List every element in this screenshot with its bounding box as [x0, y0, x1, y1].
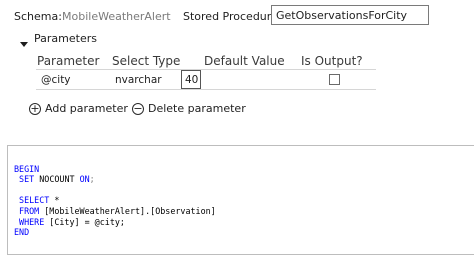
sql-line-7: END	[14, 227, 216, 238]
plus-circle-icon: +	[29, 102, 41, 115]
collapse-toggle-icon[interactable]	[20, 34, 28, 47]
sql-keyword: FROM	[19, 205, 40, 216]
is-output-checkbox[interactable]	[329, 74, 340, 85]
stored-procedure-label: Stored Procedure:	[183, 10, 282, 23]
delete-parameter-label: Delete parameter	[148, 102, 246, 115]
parameters-section-label: Parameters	[34, 32, 97, 45]
column-header-default-value: Default Value	[204, 54, 285, 68]
column-header-select-type: Select Type	[112, 54, 181, 68]
minus-circle-icon: −	[132, 102, 144, 115]
sql-text: NOCOUNT	[34, 174, 80, 185]
sql-line-3	[14, 185, 216, 196]
sql-text: [City] = @city;	[44, 216, 125, 227]
sql-keyword: ON	[79, 174, 90, 185]
parameter-type-cell[interactable]: nvarchar	[115, 74, 162, 86]
parameter-length-value: 40	[185, 74, 199, 86]
parameter-name-cell[interactable]: @city	[41, 74, 71, 86]
add-parameter-button[interactable]: + Add parameter	[29, 102, 128, 115]
sql-line-4: SELECT *	[14, 195, 216, 206]
sql-line-2: SET NOCOUNT ON;	[14, 174, 216, 185]
column-header-parameter: Parameter	[37, 54, 100, 68]
sql-text: *	[49, 195, 60, 206]
sql-keyword: SELECT	[19, 195, 50, 206]
sql-editor[interactable]: BEGIN SET NOCOUNT ON; SELECT * FROM [Mob…	[7, 145, 474, 255]
sql-text: ;	[89, 174, 95, 185]
stored-procedure-value: GetObservationsForCity	[276, 9, 408, 22]
sql-line-6: WHERE [City] = @city;	[14, 217, 216, 228]
sql-keyword: BEGIN	[14, 163, 40, 174]
schema-label: Schema:	[14, 10, 62, 23]
schema-value: MobileWeatherAlert	[62, 10, 171, 23]
sql-text: [MobileWeatherAlert].[Observation]	[39, 205, 216, 216]
sql-keyword: SET	[19, 174, 35, 185]
stored-procedure-input[interactable]: GetObservationsForCity	[271, 5, 429, 25]
delete-parameter-button[interactable]: − Delete parameter	[132, 102, 246, 115]
add-parameter-label: Add parameter	[45, 102, 128, 115]
column-header-is-output: Is Output?	[301, 54, 363, 68]
parameter-length-input[interactable]: 40	[181, 70, 201, 89]
sql-keyword: WHERE	[19, 216, 45, 227]
sql-line-1: BEGIN	[14, 164, 216, 175]
sql-keyword: END	[14, 227, 30, 238]
sql-line-5: FROM [MobileWeatherAlert].[Observation]	[14, 206, 216, 217]
parameter-default-value-input[interactable]	[203, 70, 293, 89]
